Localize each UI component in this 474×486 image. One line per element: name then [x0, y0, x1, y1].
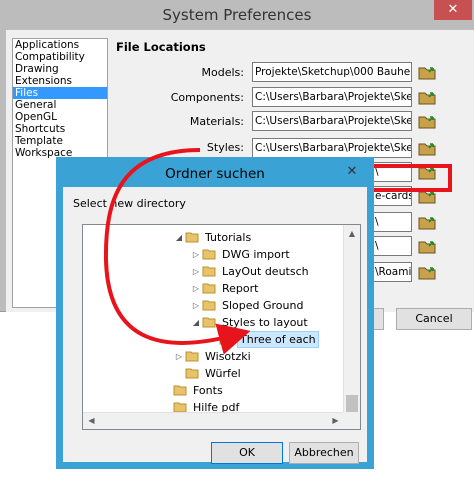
- nav-item-general[interactable]: General: [13, 99, 107, 111]
- dialog-title: Ordner suchen: [165, 166, 265, 182]
- folder-browse-icon[interactable]: [416, 236, 438, 256]
- folder-browse-icon[interactable]: [416, 87, 438, 107]
- nav-item-drawing[interactable]: Drawing: [13, 63, 107, 75]
- folder-icon: [185, 232, 199, 243]
- ok-button[interactable]: OK: [211, 442, 283, 464]
- triangle-collapsed-icon[interactable]: ▷: [190, 263, 202, 280]
- cancel-button[interactable]: Cancel: [396, 308, 472, 330]
- system-preferences-title: System Preferences: [162, 6, 312, 24]
- partial-path-field[interactable]: \: [372, 212, 412, 232]
- folder-icon: [202, 300, 216, 311]
- styles-label: Styles:: [206, 141, 244, 154]
- components-path-field[interactable]: C:\Users\Barbara\Projekte\Sketchu: [252, 87, 412, 107]
- tree-item[interactable]: ◢ Styles to layout: [190, 314, 310, 331]
- tree-item-label: Tutorials: [205, 231, 252, 244]
- tree-item[interactable]: ▷ Report: [190, 280, 260, 297]
- folder-tree: ◢ Tutorials ▷ DWG import ▷ LayOut deutsch ▷…: [82, 224, 361, 430]
- folder-icon: [219, 334, 233, 345]
- nav-item-applications[interactable]: Applications: [13, 39, 107, 51]
- tree-item-label: Report: [222, 282, 259, 295]
- tree-item-label: Fonts: [193, 384, 223, 397]
- folder-icon: [202, 317, 216, 328]
- folder-icon: [202, 249, 216, 260]
- folder-browse-icon[interactable]: [416, 262, 438, 282]
- models-label: Models:: [201, 66, 244, 79]
- tree-item-label: Wisotzki: [205, 350, 251, 363]
- close-icon[interactable]: ✕: [342, 162, 362, 182]
- tree-item-selected[interactable]: Three of each: [207, 331, 319, 348]
- close-icon[interactable]: ✕: [434, 0, 472, 20]
- folder-browse-icon[interactable]: [416, 212, 438, 232]
- tree-item-label: Sloped Ground: [222, 299, 304, 312]
- dialog-instruction: Select new directory: [73, 197, 186, 210]
- tree-item-label: LayOut deutsch: [222, 265, 309, 278]
- folder-icon: [173, 385, 187, 396]
- nav-item-shortcuts[interactable]: Shortcuts: [13, 123, 107, 135]
- tree-item[interactable]: ◢ Tutorials: [173, 229, 253, 246]
- components-label: Components:: [170, 91, 244, 104]
- cancel-button[interactable]: Abbrechen: [289, 442, 359, 464]
- folder-icon: [185, 368, 199, 379]
- triangle-expanded-icon[interactable]: ◢: [190, 314, 202, 331]
- folder-icon: [202, 266, 216, 277]
- tree-item[interactable]: ▷ Sloped Ground: [190, 297, 305, 314]
- folder-icon: [202, 283, 216, 294]
- tree-item[interactable]: ▷ LayOut deutsch: [190, 263, 311, 280]
- nav-item-files[interactable]: Files: [13, 87, 107, 99]
- nav-item-compatibility[interactable]: Compatibility: [13, 51, 107, 63]
- scroll-left-icon[interactable]: ◀: [83, 413, 100, 429]
- materials-label: Materials:: [189, 115, 244, 128]
- tree-item-label: Würfel: [205, 367, 241, 380]
- horizontal-scrollbar[interactable]: ◀ ▶: [83, 412, 344, 429]
- browse-folder-dialog: Ordner suchen ✕ Select new directory ◢ Tu…: [56, 157, 374, 469]
- triangle-collapsed-icon[interactable]: ▷: [190, 297, 202, 314]
- scrollbar-thumb[interactable]: [346, 395, 358, 412]
- folder-browse-icon[interactable]: [416, 111, 438, 131]
- triangle-collapsed-icon[interactable]: ▷: [190, 280, 202, 297]
- system-preferences-titlebar[interactable]: System Preferences ✕: [0, 0, 474, 30]
- tree-item[interactable]: Würfel: [173, 365, 243, 382]
- partial-path-field[interactable]: \: [372, 236, 412, 256]
- scroll-up-icon[interactable]: ▲: [344, 225, 360, 242]
- models-path-field[interactable]: Projekte\Sketchup\000 Bauherrn\: [252, 62, 412, 82]
- tree-item-label: Three of each: [237, 331, 319, 348]
- vertical-scrollbar[interactable]: ▲: [343, 225, 360, 414]
- tree-item-label: DWG import: [222, 248, 290, 261]
- folder-browse-icon[interactable]: [416, 138, 438, 158]
- folder-icon: [185, 351, 199, 362]
- scrollbar-corner: [343, 412, 360, 429]
- triangle-collapsed-icon[interactable]: ▷: [190, 246, 202, 263]
- nav-item-extensions[interactable]: Extensions: [13, 75, 107, 87]
- materials-path-field[interactable]: C:\Users\Barbara\Projekte\Sketchu: [252, 111, 412, 131]
- tree-item[interactable]: Fonts: [173, 382, 225, 399]
- tree-item[interactable]: ▷ DWG import: [190, 246, 292, 263]
- nav-item-opengl[interactable]: OpenGL: [13, 111, 107, 123]
- tree-item-label: Styles to layout: [222, 316, 308, 329]
- tree-item[interactable]: ▷ Wisotzki: [173, 348, 253, 365]
- scroll-right-icon[interactable]: ▶: [327, 413, 344, 429]
- dialog-body: Select new directory ◢ Tutorials ▷ DWG imp…: [63, 187, 367, 464]
- partial-path-field[interactable]: \Roami: [372, 262, 412, 282]
- styles-path-field[interactable]: C:\Users\Barbara\Projekte\Sketchu: [252, 138, 412, 158]
- triangle-expanded-icon[interactable]: ◢: [173, 229, 185, 246]
- nav-item-template[interactable]: Template: [13, 135, 107, 147]
- triangle-collapsed-icon[interactable]: ▷: [173, 348, 185, 365]
- file-locations-heading: File Locations: [116, 40, 206, 54]
- folder-browse-icon[interactable]: [416, 62, 438, 82]
